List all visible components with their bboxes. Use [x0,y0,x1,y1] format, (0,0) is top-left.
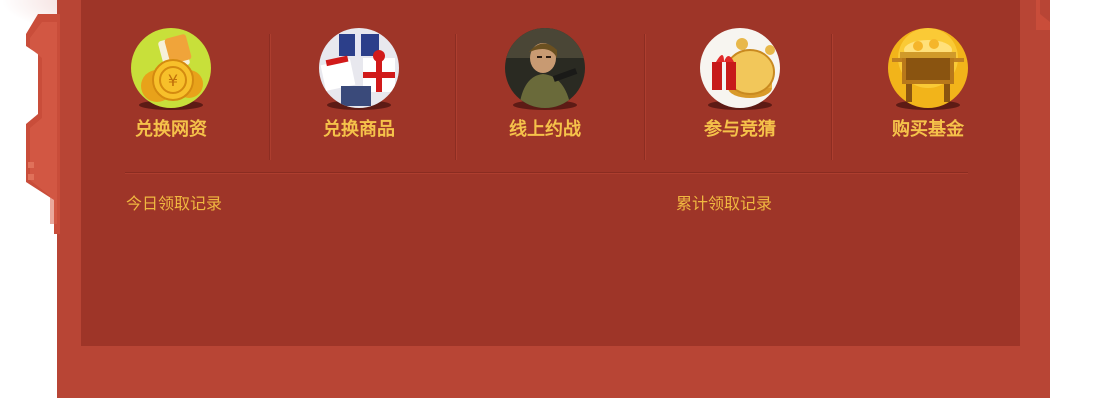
menu-item-join-quiz[interactable]: 参与竞猜 [675,28,805,158]
menu-items: ¥ 兑换网资 兑换商品 线上约战 参与竞猜 购买基金 [81,0,1020,160]
total-records-link[interactable]: 累计领取记录 [676,193,772,215]
gift-boxes-icon [319,28,399,108]
menu-item-exchange-goods[interactable]: 兑换商品 [294,28,424,158]
right-notch-decoration [1036,0,1050,30]
menu-item-label: 参与竞猜 [704,119,776,140]
today-records-link[interactable]: 今日领取记录 [126,193,222,215]
item-divider [831,34,832,160]
menu-item-label: 兑换商品 [323,119,395,140]
gold-coins-icon: ¥ [131,28,211,108]
game-character-icon [505,28,585,108]
menu-item-exchange-currency[interactable]: ¥ 兑换网资 [106,28,236,158]
coin-gift-icon [700,28,780,108]
item-divider [455,34,456,160]
item-divider [269,34,270,160]
main-panel: ¥ 兑换网资 兑换商品 线上约战 参与竞猜 购买基金 今日领取记录 累计领取记录 [81,0,1020,346]
menu-item-label: 线上约战 [509,119,581,140]
menu-item-label: 购买基金 [892,119,964,140]
left-bracket-decoration [26,14,60,234]
menu-item-label: 兑换网资 [135,119,207,140]
menu-item-buy-fund[interactable]: 购买基金 [863,28,993,158]
menu-item-online-battle[interactable]: 线上约战 [480,28,610,158]
section-divider [125,172,968,173]
item-divider [644,34,645,160]
svg-text:¥: ¥ [168,71,178,90]
treasure-cauldron-icon [888,28,968,108]
